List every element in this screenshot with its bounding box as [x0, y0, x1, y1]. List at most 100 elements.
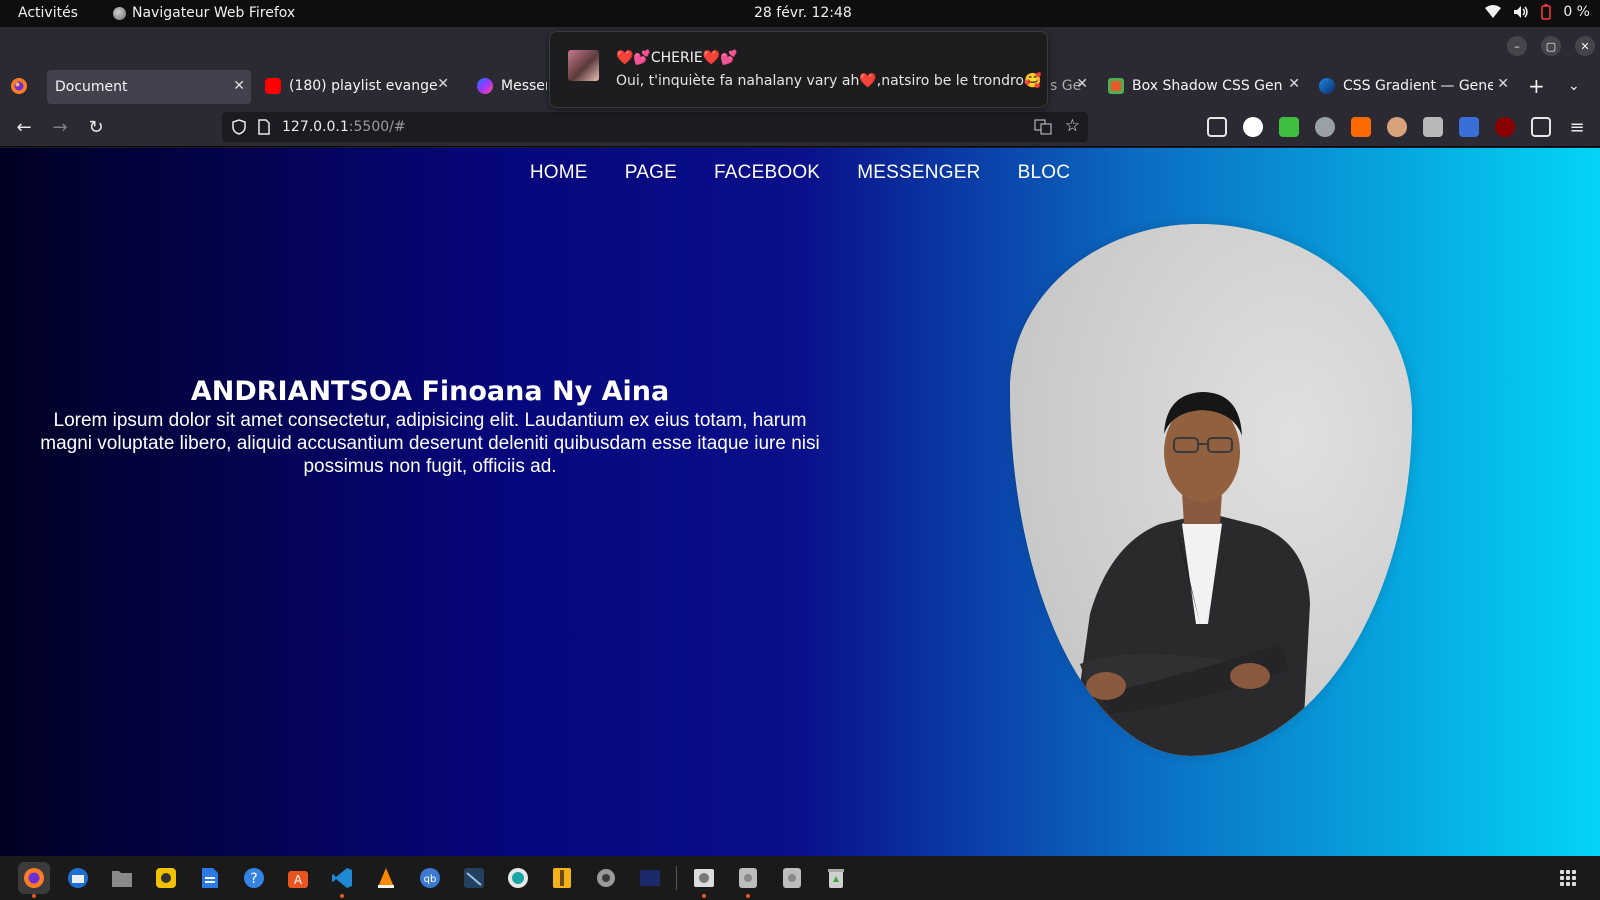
nav-facebook[interactable]: FACEBOOK	[714, 162, 820, 183]
running-indicator	[340, 894, 344, 898]
tab-youtube[interactable]: (180) playlist evangeliq ✕	[265, 68, 455, 104]
face-extension-icon[interactable]	[1387, 117, 1407, 137]
url-host: 127.0.0.1	[282, 119, 349, 135]
dock-software[interactable]: A	[282, 862, 314, 894]
forward-button[interactable]: →	[48, 115, 72, 139]
clock[interactable]: 28 févr. 12:48	[754, 5, 852, 21]
reload-button[interactable]: ↻	[84, 115, 108, 139]
dock-disk[interactable]	[732, 862, 764, 894]
close-window-icon[interactable]: ✕	[1575, 36, 1595, 56]
f-extension-icon[interactable]	[1243, 117, 1263, 137]
dock-archive[interactable]	[546, 862, 578, 894]
show-applications-icon[interactable]	[1560, 870, 1576, 886]
svg-text:A: A	[294, 873, 303, 887]
thunderbird-icon	[68, 868, 88, 888]
image-viewer-icon	[694, 869, 714, 887]
system-top-bar: Activités Navigateur Web Firefox 28 févr…	[0, 0, 1600, 27]
workspace-icon	[640, 870, 660, 886]
gear-icon	[597, 869, 615, 887]
app-menu-button[interactable]: ≡	[1565, 115, 1589, 139]
tab-close-icon[interactable]: ✕	[437, 76, 449, 92]
dock-settings[interactable]	[590, 862, 622, 894]
nav-messenger[interactable]: MESSENGER	[857, 162, 980, 183]
app-menu[interactable]: Navigateur Web Firefox	[113, 5, 295, 21]
dock-writer[interactable]	[194, 862, 226, 894]
document-writer-icon	[202, 868, 218, 888]
arrow-left-icon: ←	[16, 116, 32, 138]
hero-text: ANDRIANTSOA Finoana Ny Aina Lorem ipsum …	[40, 376, 820, 478]
app-menu-label: Navigateur Web Firefox	[132, 5, 296, 21]
dock-thunderbird[interactable]	[62, 862, 94, 894]
nav-home[interactable]: HOME	[530, 162, 588, 183]
minimize-icon[interactable]: –	[1507, 36, 1527, 56]
box-shadow-icon	[1108, 78, 1124, 94]
folder-icon	[112, 871, 132, 887]
css-gradient-icon	[1319, 78, 1335, 94]
ublock-origin-icon[interactable]	[1495, 117, 1515, 137]
url-bar[interactable]: 127.0.0.1:5500/# ☆	[222, 112, 1088, 142]
site-nav: HOME PAGE FACEBOOK MESSENGER BLOC	[0, 162, 1600, 184]
plus-icon: +	[1528, 74, 1545, 98]
software-center-icon: A	[288, 871, 308, 888]
web-page: HOME PAGE FACEBOOK MESSENGER BLOC ANDRIA…	[0, 148, 1600, 856]
dock-rhythmbox[interactable]	[150, 862, 182, 894]
camera-extension-icon[interactable]	[1423, 117, 1443, 137]
list-all-tabs-button[interactable]: ⌄	[1568, 68, 1592, 104]
activities-button[interactable]: Activités	[18, 5, 78, 21]
url-text[interactable]: 127.0.0.1:5500/#	[282, 119, 406, 135]
pocket-icon[interactable]	[1207, 117, 1227, 137]
tab-partial[interactable]: s Ge ✕	[1050, 68, 1090, 104]
orange-extension-icon[interactable]	[1351, 117, 1371, 137]
dock-image-viewer[interactable]	[688, 862, 720, 894]
firefox-icon	[24, 868, 44, 888]
archive-icon	[553, 868, 571, 888]
vscode-icon	[332, 868, 352, 888]
gear-extension-icon[interactable]	[1315, 117, 1335, 137]
dock-files[interactable]	[106, 862, 138, 894]
arrow-right-icon: →	[52, 116, 68, 138]
tab-close-icon[interactable]: ✕	[1497, 76, 1509, 92]
message-notification[interactable]: ❤️💕CHERIE❤️💕 Oui, t'inquiète fa nahalany…	[549, 31, 1048, 108]
firefox-view-button[interactable]	[10, 68, 34, 104]
dock-app-teal[interactable]	[502, 862, 534, 894]
tab-messenger[interactable]: Messen	[477, 68, 547, 104]
rhythmbox-icon	[156, 868, 176, 888]
translate-extension-icon[interactable]	[1459, 117, 1479, 137]
tab-close-icon[interactable]: ✕	[1076, 76, 1088, 92]
firefox-icon	[11, 78, 27, 94]
green-extension-icon[interactable]	[1279, 117, 1299, 137]
maximize-icon[interactable]: ▢	[1541, 36, 1561, 56]
system-tray[interactable]: 0 %	[1485, 4, 1590, 20]
dock-help[interactable]: ?	[238, 862, 270, 894]
nav-bloc[interactable]: BLOC	[1018, 162, 1071, 183]
tab-document[interactable]: Document ✕	[47, 70, 251, 104]
dock-mysql-workbench[interactable]	[458, 862, 490, 894]
dock-qbittorrent[interactable]: qb	[414, 862, 446, 894]
tab-label: CSS Gradient — Genera	[1343, 78, 1493, 94]
youtube-icon	[265, 78, 281, 94]
disk-icon	[783, 868, 801, 888]
tab-close-icon[interactable]: ✕	[1288, 76, 1300, 92]
messenger-icon	[477, 78, 493, 94]
dock-disk-2[interactable]	[776, 862, 808, 894]
dock-vscode[interactable]	[326, 862, 358, 894]
wifi-icon	[1485, 5, 1502, 18]
hamburger-menu-icon: ≡	[1569, 116, 1585, 138]
star-bookmark-icon[interactable]: ☆	[1065, 116, 1080, 136]
translate-icon[interactable]	[1034, 119, 1052, 135]
vlc-icon	[378, 868, 394, 888]
dock-workspace[interactable]	[634, 862, 666, 894]
dock-firefox[interactable]	[18, 862, 50, 894]
nav-page[interactable]: PAGE	[625, 162, 677, 183]
tab-label: (180) playlist evangeliq	[289, 78, 439, 94]
tab-box-shadow[interactable]: Box Shadow CSS Gener ✕	[1108, 68, 1306, 104]
extensions-puzzle-icon[interactable]	[1531, 117, 1551, 137]
back-button[interactable]: ←	[12, 115, 36, 139]
dock-trash[interactable]	[820, 862, 852, 894]
tab-close-icon[interactable]: ✕	[233, 78, 245, 94]
svg-text:qb: qb	[424, 874, 437, 885]
avatar	[568, 50, 599, 81]
new-tab-button[interactable]: +	[1528, 68, 1552, 104]
dock-vlc[interactable]	[370, 862, 402, 894]
tab-css-gradient[interactable]: CSS Gradient — Genera ✕	[1319, 68, 1515, 104]
